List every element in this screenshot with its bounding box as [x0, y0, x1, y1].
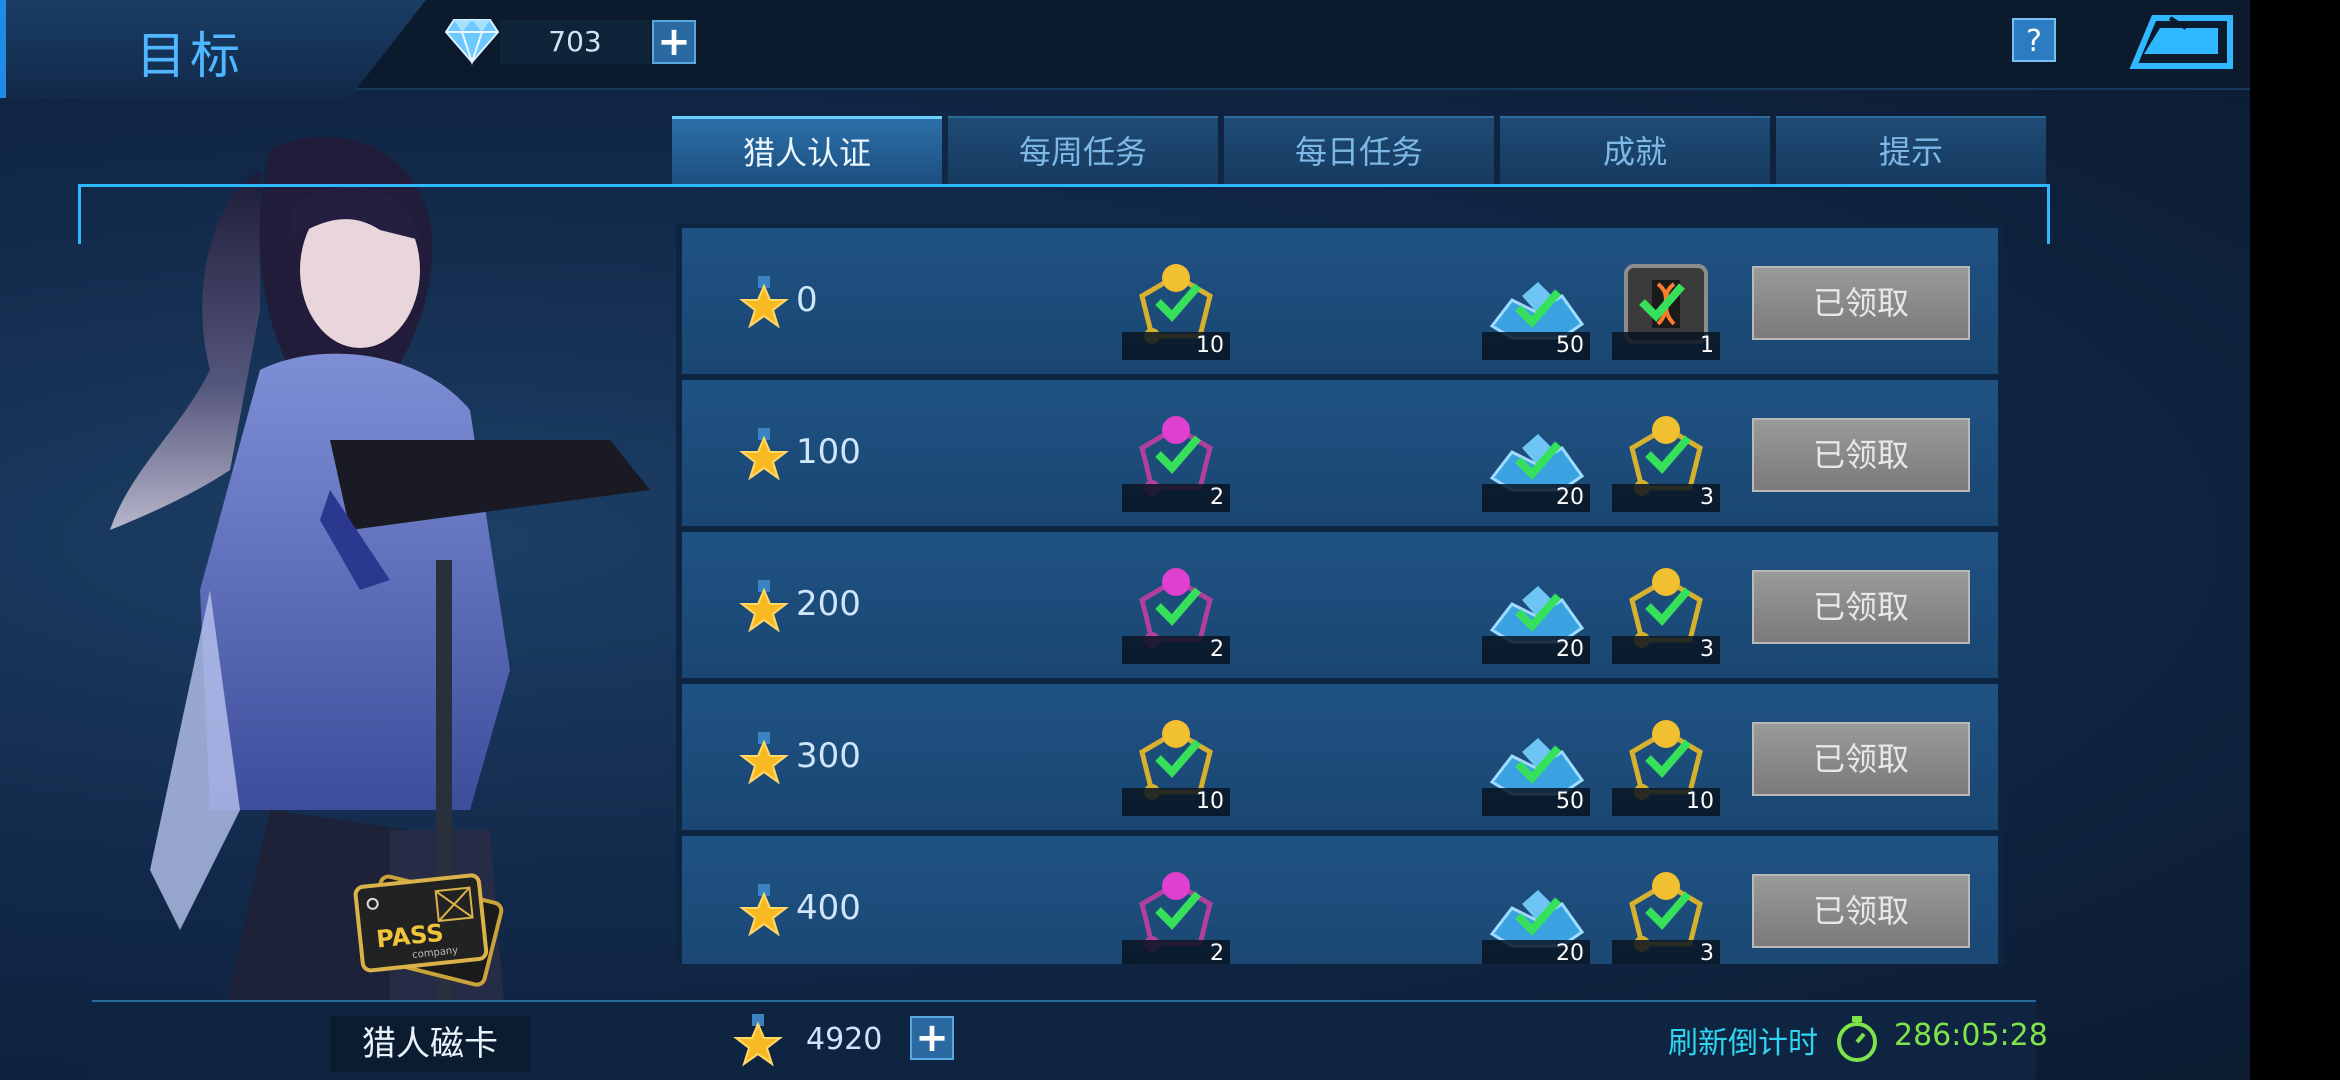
- reward-count: 1: [1700, 333, 1714, 358]
- tab-daily-tasks[interactable]: 每日任务: [1224, 116, 1494, 184]
- tab-achievements[interactable]: 成就: [1500, 116, 1770, 184]
- reward-count: 3: [1700, 485, 1714, 510]
- star-icon: [739, 276, 789, 329]
- reward-count: 10: [1196, 333, 1224, 358]
- level-value: 300: [796, 736, 861, 776]
- help-button[interactable]: ?: [2012, 18, 2056, 62]
- star-icon: [739, 428, 789, 481]
- reward-diamond: 50: [1482, 712, 1590, 816]
- reward-gold-orb: 3: [1612, 408, 1720, 512]
- claimed-button[interactable]: 已领取: [1752, 418, 1970, 492]
- claimed-button[interactable]: 已领取: [1752, 266, 1970, 340]
- reward-diamond: 20: [1482, 408, 1590, 512]
- star-icon: [739, 884, 789, 937]
- reward-row: 100 2 20 3 已领取: [682, 380, 1998, 526]
- reward-count: 50: [1556, 789, 1584, 814]
- level-value: 400: [796, 888, 861, 928]
- reward-crate: 1: [1612, 256, 1720, 360]
- reward-count: 50: [1556, 333, 1584, 358]
- claimed-button[interactable]: 已领取: [1752, 570, 1970, 644]
- tab-tips[interactable]: 提示: [1776, 116, 2046, 184]
- reward-purple-orb: 2: [1122, 864, 1230, 964]
- panel-frame-top: [78, 184, 2050, 187]
- reward-count: 10: [1196, 789, 1224, 814]
- star-icon: [739, 580, 789, 633]
- reward-row: 200 2 20 3 已领取: [682, 532, 1998, 678]
- reward-count: 2: [1210, 941, 1224, 964]
- star-icon: [733, 1014, 783, 1067]
- reward-count: 2: [1210, 637, 1224, 662]
- screen-edge: [2250, 0, 2340, 1080]
- claimed-button[interactable]: 已领取: [1752, 874, 1970, 948]
- reward-gold-orb: 10: [1122, 256, 1230, 360]
- reward-diamond: 20: [1482, 560, 1590, 664]
- refresh-timer: 286:05:28: [1894, 1018, 2048, 1053]
- refresh-countdown-label: 刷新倒计时: [1668, 1026, 1818, 1061]
- reward-count: 3: [1700, 941, 1714, 964]
- reward-row: 0 10 50 1 已领取: [682, 228, 1998, 374]
- reward-list[interactable]: 0 10 50 1 已领取 100 2 20 3 已领取 200 2 20 3 …: [676, 224, 2004, 964]
- reward-count: 20: [1556, 637, 1584, 662]
- reward-count: 20: [1556, 485, 1584, 510]
- star-points: 4920: [806, 1022, 883, 1057]
- reward-gold-orb: 3: [1612, 560, 1720, 664]
- reward-row: 400 2 20 3 已领取: [682, 836, 1998, 964]
- level-value: 200: [796, 584, 861, 624]
- reward-count: 2: [1210, 485, 1224, 510]
- diamond-icon: [444, 19, 500, 66]
- panel-frame-right: [2047, 184, 2050, 244]
- add-diamonds-button[interactable]: +: [652, 20, 696, 64]
- level-value: 0: [796, 280, 818, 320]
- claimed-button[interactable]: 已领取: [1752, 722, 1970, 796]
- pass-card-label[interactable]: 猎人磁卡: [330, 1016, 530, 1072]
- reward-gold-orb: 10: [1122, 712, 1230, 816]
- reward-count: 3: [1700, 637, 1714, 662]
- star-icon: [739, 732, 789, 785]
- add-points-button[interactable]: +: [910, 1016, 954, 1060]
- pass-card-icon[interactable]: PASS company: [340, 858, 520, 1008]
- reward-diamond: 50: [1482, 256, 1590, 360]
- game-screen: PASS company 目标 703 + ? 猎人认证 每周任务 每日任务 成…: [0, 0, 2250, 1080]
- reward-count: 20: [1556, 941, 1584, 964]
- panel-frame-left: [78, 184, 81, 244]
- reward-gold-orb: 3: [1612, 864, 1720, 964]
- reward-gold-orb: 10: [1612, 712, 1720, 816]
- tab-weekly-tasks[interactable]: 每周任务: [948, 116, 1218, 184]
- page-title: 目标: [136, 27, 244, 85]
- diamond-count: 703: [500, 20, 650, 64]
- reward-diamond: 20: [1482, 864, 1590, 964]
- reward-purple-orb: 2: [1122, 408, 1230, 512]
- stopwatch-icon: [1837, 1016, 1877, 1062]
- reward-row: 300 10 50 10 已领取: [682, 684, 1998, 830]
- reward-purple-orb: 2: [1122, 560, 1230, 664]
- tab-bar: 猎人认证 每周任务 每日任务 成就 提示: [672, 116, 2046, 184]
- level-value: 100: [796, 432, 861, 472]
- reward-count: 10: [1686, 789, 1714, 814]
- tab-hunter-certification[interactable]: 猎人认证: [672, 116, 942, 184]
- back-icon[interactable]: [2130, 14, 2234, 70]
